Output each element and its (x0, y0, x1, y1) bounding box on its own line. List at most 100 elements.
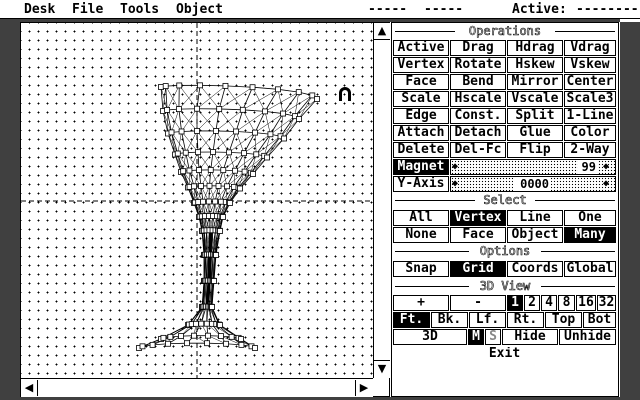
option-snap-button[interactable]: Snap (393, 261, 449, 277)
viewport-window: ▲ ▼ ◀ ▶ (20, 22, 390, 397)
status-a: ----- (368, 2, 408, 17)
op-edge-button[interactable]: Edge (393, 108, 449, 124)
op-delete-button[interactable]: Delete (393, 142, 449, 158)
yaxis-button[interactable]: Y-Axis (393, 176, 449, 192)
select-many-button[interactable]: Many (564, 227, 616, 243)
magnet-button[interactable]: Magnet (393, 159, 449, 175)
select-vertex-button[interactable]: Vertex (450, 210, 506, 226)
m-button[interactable]: M (468, 329, 484, 345)
op-hdrag-button[interactable]: Hdrag (507, 40, 563, 56)
vertical-scrollbar[interactable]: ▲ ▼ (373, 23, 390, 378)
slider-left-icon[interactable]: ◆ (452, 160, 458, 174)
select-none-button[interactable]: None (393, 227, 449, 243)
option-coords-button[interactable]: Coords (507, 261, 563, 277)
mode-3d-button[interactable]: 3D (393, 329, 467, 345)
op-detach-button[interactable]: Detach (450, 125, 506, 141)
exit-button[interactable]: Exit (393, 346, 616, 362)
zoom-32-button[interactable]: 32 (597, 295, 616, 311)
menu-object[interactable]: Object (176, 1, 223, 18)
select-object-button[interactable]: Object (507, 227, 563, 243)
view-lf-button[interactable]: Lf. (469, 312, 506, 328)
op-const-button[interactable]: Const. (450, 108, 506, 124)
menu-desk[interactable]: Desk (24, 1, 55, 18)
view-bot-button[interactable]: Bot (583, 312, 616, 328)
view-rt-button[interactable]: Rt. (507, 312, 544, 328)
op-active-button[interactable]: Active (393, 40, 449, 56)
magnet-slider[interactable]: ◆ 99 ◆ (450, 159, 616, 175)
desktop-pattern-left (0, 19, 20, 400)
zoom-4-button[interactable]: 4 (541, 295, 557, 311)
unhide-button[interactable]: Unhide (559, 329, 616, 345)
select-one-button[interactable]: One (564, 210, 616, 226)
menu-bar: Desk File Tools Object ----- ----- Activ… (0, 0, 640, 19)
op-vscale-button[interactable]: Vscale (507, 91, 563, 107)
select-all-button[interactable]: All (393, 210, 449, 226)
zoom-in-button[interactable]: + (393, 295, 449, 311)
magnet-value: 99 (578, 160, 598, 174)
op-2-way-button[interactable]: 2-Way (564, 142, 616, 158)
op-bend-button[interactable]: Bend (450, 74, 506, 90)
arrow-left-icon[interactable]: ◀ (21, 380, 38, 396)
options-title-text: Options (479, 244, 531, 259)
op-glue-button[interactable]: Glue (507, 125, 563, 141)
op-hscale-button[interactable]: Hscale (450, 91, 506, 107)
active-label: Active: (512, 2, 567, 17)
select-line-button[interactable]: Line (507, 210, 563, 226)
op-attach-button[interactable]: Attach (393, 125, 449, 141)
slider-right-icon[interactable]: ◆ (603, 177, 609, 191)
tool-panel: Operations Magnet ◆ 99 ◆ Y-Axis ◆ 0000 ◆… (391, 22, 619, 397)
view-top-button[interactable]: Top (545, 312, 582, 328)
s-button[interactable]: S (485, 329, 501, 345)
option-global-button[interactable]: Global (564, 261, 616, 277)
option-grid-button[interactable]: Grid (450, 261, 506, 277)
active-value: -------- (576, 2, 639, 17)
arrow-right-icon[interactable]: ▶ (355, 380, 372, 396)
zoom-out-button[interactable]: - (450, 295, 506, 311)
options-title: Options (392, 244, 618, 259)
op-face-button[interactable]: Face (393, 74, 449, 90)
slider-left-icon[interactable]: ◆ (452, 177, 458, 191)
op-vskew-button[interactable]: Vskew (564, 57, 616, 73)
view3d-title-text: 3D View (479, 279, 531, 294)
op-vertex-button[interactable]: Vertex (393, 57, 449, 73)
view-bk-button[interactable]: Bk. (431, 312, 468, 328)
horizontal-scrollbar[interactable]: ◀ ▶ (21, 378, 373, 397)
status-b: ----- (424, 2, 464, 17)
select-face-button[interactable]: Face (450, 227, 506, 243)
magnet-icon (339, 87, 351, 101)
zoom-8-button[interactable]: 8 (558, 295, 575, 311)
operations-title-text: Operations (468, 24, 542, 39)
view3d-title: 3D View (392, 279, 618, 294)
op-flip-button[interactable]: Flip (507, 142, 563, 158)
select-title: Select (392, 193, 618, 208)
op-rotate-button[interactable]: Rotate (450, 57, 506, 73)
slider-right-icon[interactable]: ◆ (603, 160, 609, 174)
arrow-down-icon[interactable]: ▼ (374, 360, 390, 377)
yaxis-slider[interactable]: ◆ 0000 ◆ (450, 176, 616, 192)
hide-button[interactable]: Hide (502, 329, 558, 345)
op-drag-button[interactable]: Drag (450, 40, 506, 56)
op-scale-button[interactable]: Scale (393, 91, 449, 107)
op-split-button[interactable]: Split (507, 108, 563, 124)
op-mirror-button[interactable]: Mirror (507, 74, 563, 90)
menu-tools[interactable]: Tools (120, 1, 159, 18)
edit-canvas[interactable] (21, 23, 373, 378)
select-title-text: Select (483, 193, 527, 208)
operations-title: Operations (392, 24, 618, 39)
op-1-line-button[interactable]: 1-Line (564, 108, 616, 124)
op-center-button[interactable]: Center (564, 74, 616, 90)
desktop-pattern-right (620, 22, 640, 400)
wireframe-glass (21, 23, 373, 378)
zoom-2-button[interactable]: 2 (524, 295, 540, 311)
op-color-button[interactable]: Color (564, 125, 616, 141)
op-hskew-button[interactable]: Hskew (507, 57, 563, 73)
menu-file[interactable]: File (72, 1, 103, 18)
op-vdrag-button[interactable]: Vdrag (564, 40, 616, 56)
view-ft-button[interactable]: Ft. (393, 312, 430, 328)
arrow-up-icon[interactable]: ▲ (374, 23, 390, 40)
op-del-fc-button[interactable]: Del-Fc (450, 142, 506, 158)
zoom-1-button[interactable]: 1 (507, 295, 523, 311)
yaxis-value: 0000 (513, 177, 551, 191)
zoom-16-button[interactable]: 16 (576, 295, 596, 311)
op-scale3-button[interactable]: Scale3 (564, 91, 616, 107)
